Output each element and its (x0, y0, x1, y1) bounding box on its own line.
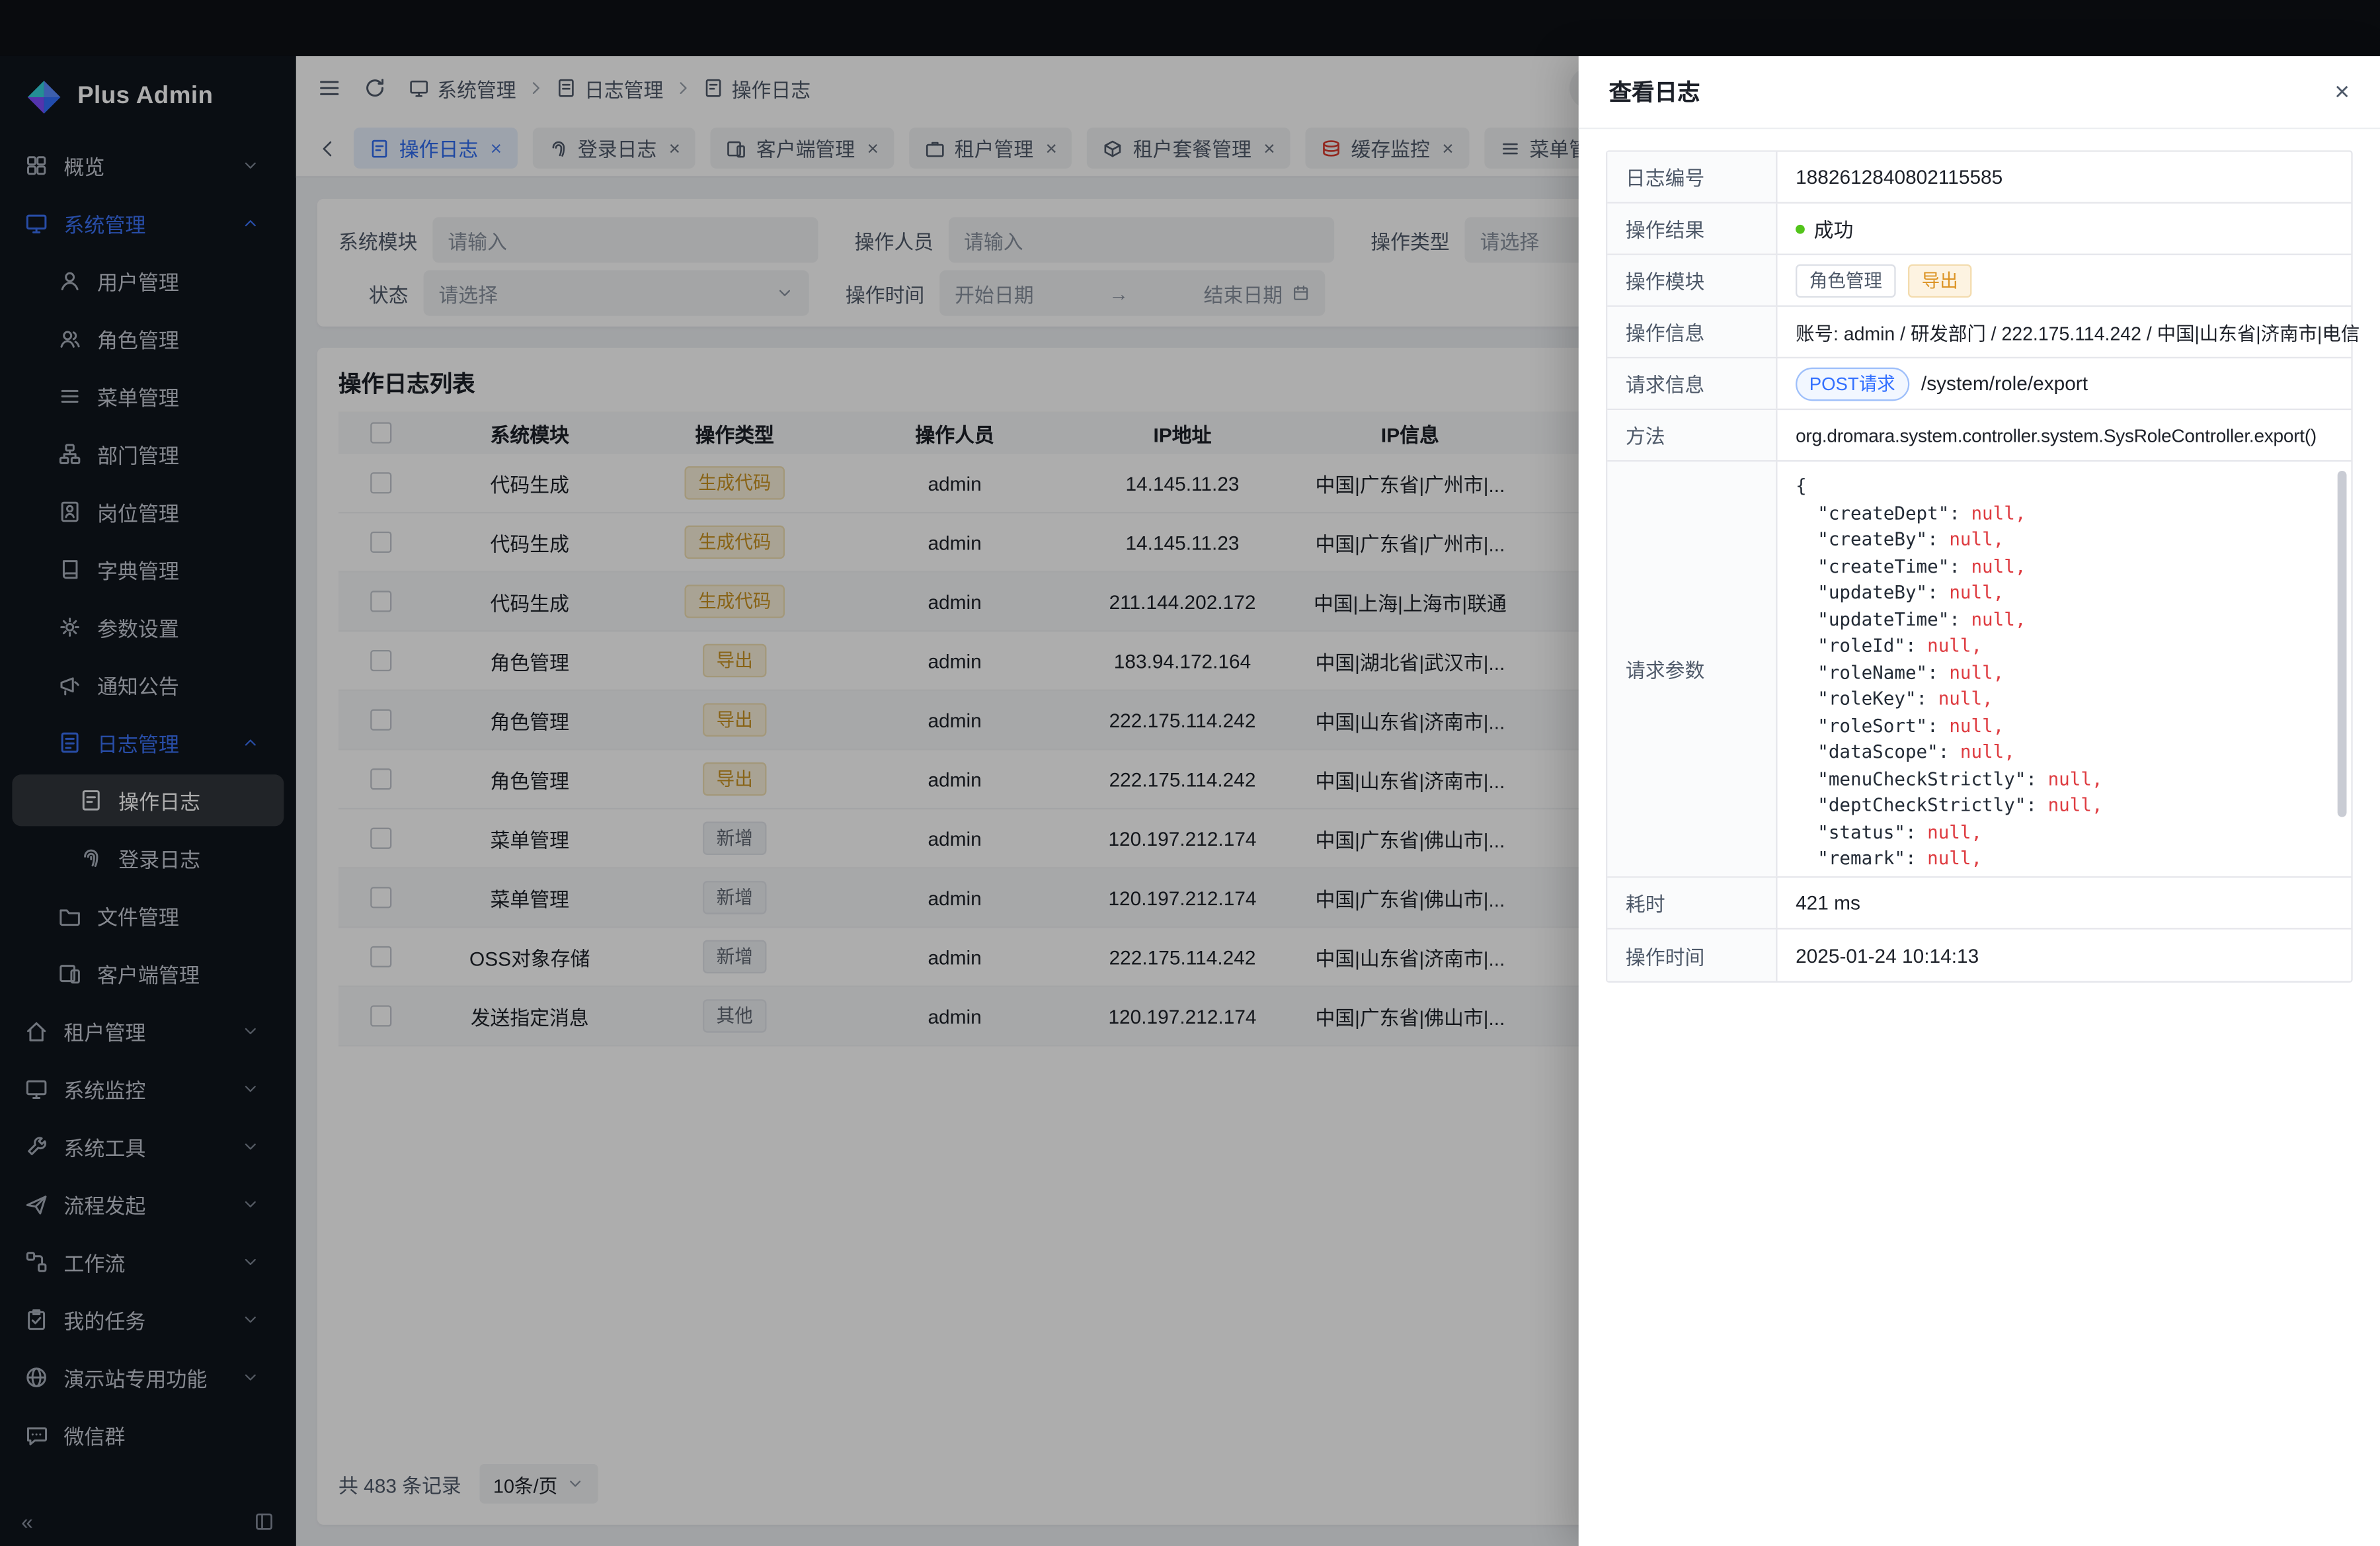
request-params-json[interactable]: { "createDept": null, "createBy": null, … (1778, 462, 2352, 875)
detail-row-result: 操作结果 成功 (1607, 204, 2351, 255)
detail-row-info: 操作信息 账号: admin / 研发部门 / 222.175.114.242 … (1607, 307, 2351, 358)
log-details-table: 日志编号 1882612840802115585 操作结果 成功 操作模块 角色… (1606, 150, 2353, 983)
close-icon[interactable]: × (2334, 79, 2350, 104)
screen: Plus Admin 概览 系统管理 用户管理 (0, 0, 2380, 1546)
drawer-body: 日志编号 1882612840802115585 操作结果 成功 操作模块 角色… (1579, 129, 2380, 1004)
request-url: /system/role/export (1921, 372, 2088, 395)
drawer-header: 查看日志 × (1579, 56, 2380, 129)
detail-row-op-time: 操作时间 2025-01-24 10:14:13 (1607, 930, 2351, 981)
module-tag: 角色管理 (1796, 263, 1896, 297)
detail-row-log-id: 日志编号 1882612840802115585 (1607, 152, 2351, 204)
op-type-tag: 导出 (1908, 263, 1971, 297)
detail-row-request: 请求信息 POST请求 /system/role/export (1607, 358, 2351, 410)
detail-row-module: 操作模块 角色管理 导出 (1607, 255, 2351, 307)
status-dot (1796, 224, 1805, 233)
http-method-tag: POST请求 (1796, 367, 1909, 401)
scrollbar-thumb[interactable] (2338, 471, 2347, 817)
detail-row-cost: 耗时 421 ms (1607, 877, 2351, 929)
detail-row-params: 请求参数 { "createDept": null, "createBy": n… (1607, 462, 2351, 877)
drawer-title: 查看日志 (1609, 76, 1700, 108)
detail-row-method: 方法 org.dromara.system.controller.system.… (1607, 410, 2351, 462)
status-text: 成功 (1814, 214, 1854, 243)
view-log-drawer: 查看日志 × 日志编号 1882612840802115585 操作结果 成功 … (1579, 56, 2380, 1546)
